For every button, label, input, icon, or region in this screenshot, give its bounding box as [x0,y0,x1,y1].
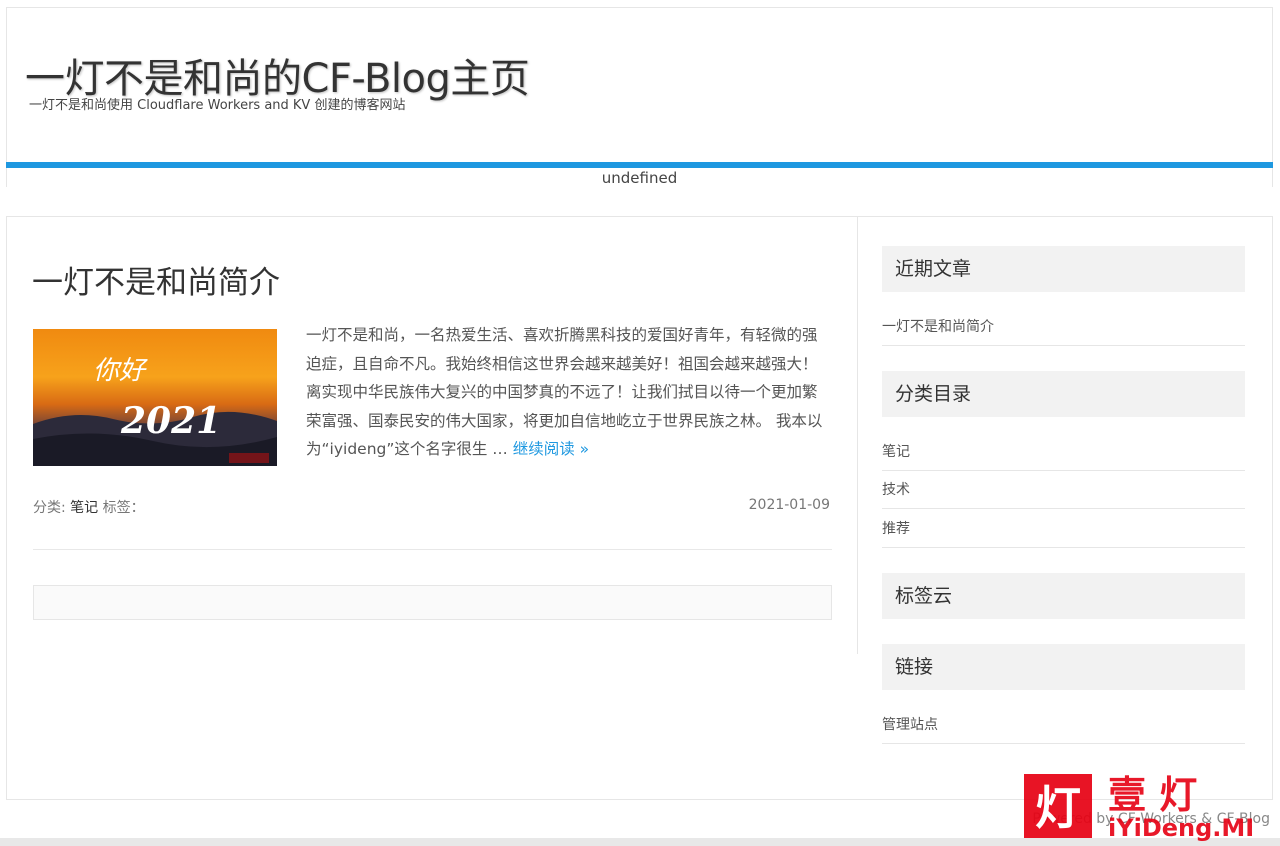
category-item-recommend[interactable]: 推荐 [882,510,1245,548]
widget-title-recent: 近期文章 [882,246,1245,292]
widget-title-links: 链接 [882,644,1245,690]
watermark-logo: 灯 壹 灯 iYiDeng.ME [1022,770,1262,842]
recent-post-item[interactable]: 一灯不是和尚简介 [882,308,1245,346]
category-link[interactable]: 笔记 [70,500,98,516]
svg-text:iYiDeng.ME: iYiDeng.ME [1108,814,1252,842]
nav-text: undefined [601,169,678,187]
read-more-link[interactable]: 继续阅读 » [513,440,589,458]
svg-text:壹 灯: 壹 灯 [1108,772,1197,817]
sunset-image: 你好 2021 [33,329,277,466]
svg-text:灯: 灯 [1035,781,1081,835]
excerpt-text: 一灯不是和尚，一名热爱生活、喜欢折腾黑科技的爱国好青年，有轻微的强迫症，且自命不… [306,326,823,458]
pagination-box [33,585,832,620]
post-date: 2021-01-09 [748,497,830,513]
category-item-tech[interactable]: 技术 [882,471,1245,509]
category-item-notes[interactable]: 笔记 [882,433,1245,471]
widget-title-tags: 标签云 [882,573,1245,619]
nav-bar: undefined [6,168,1273,187]
post-excerpt: 一灯不是和尚，一名热爱生活、喜欢折腾黑科技的爱国好青年，有轻微的强迫症，且自命不… [306,321,828,464]
tags-label: 标签： [98,500,145,516]
link-item-admin[interactable]: 管理站点 [882,706,1245,744]
post-list: 一灯不是和尚简介 你好 2021 一灯不是和尚，一名热爱生活、喜欢折腾黑科技的爱… [7,217,858,654]
widget-title-categories: 分类目录 [882,371,1245,417]
post-divider [33,549,832,550]
svg-text:你好: 你好 [93,356,148,386]
category-label: 分类: [33,500,71,516]
site-description: 一灯不是和尚使用 Cloudflare Workers and KV 创建的博客… [29,98,406,113]
post-thumbnail[interactable]: 你好 2021 [33,329,277,466]
post-meta: 分类: 笔记 标签： [33,497,145,517]
post-title[interactable]: 一灯不是和尚简介 [32,257,280,302]
svg-text:2021: 2021 [120,400,221,442]
site-header: 一灯不是和尚的CF-Blog主页 一灯不是和尚使用 Cloudflare Wor… [6,7,1273,167]
